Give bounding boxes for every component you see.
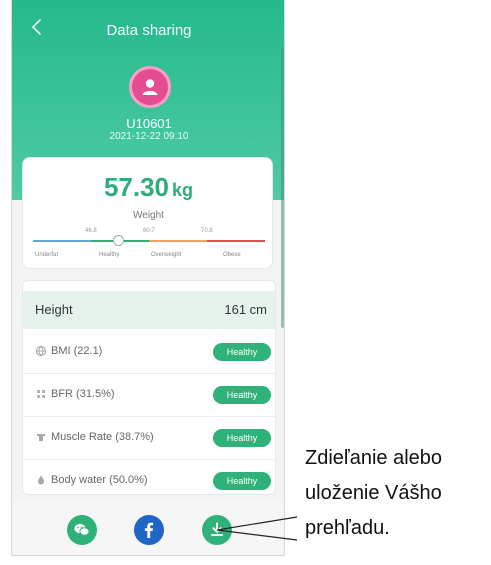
- weight-number: 57.30: [103, 172, 170, 202]
- facebook-share-button[interactable]: [134, 515, 164, 545]
- weight-marker: [113, 235, 124, 246]
- scrollbar[interactable]: [281, 48, 284, 328]
- status-badge: Healthy: [213, 472, 271, 490]
- metric-row-bfr[interactable]: BFR (31.5%) Healthy: [23, 374, 275, 417]
- weight-card: 57.30 kg Weight 46.8 60.7 70.8 Underfat H…: [22, 157, 273, 269]
- muscle-icon: [37, 434, 45, 441]
- category-underfat: Underfat: [35, 252, 59, 258]
- metric-row-muscle[interactable]: Muscle Rate (38.7%) Healthy: [23, 417, 275, 460]
- metric-row-bmi[interactable]: BMI (22.1) Healthy: [23, 331, 275, 374]
- grid-icon: [37, 390, 45, 398]
- metric-row-water[interactable]: Body water (50.0%) Healthy: [23, 460, 275, 494]
- weight-scale: 46.8 60.7 70.8 Underfat Healthy Overweig…: [33, 226, 265, 266]
- height-value: 161 cm: [224, 302, 267, 317]
- scale-segment-obese: [207, 240, 265, 242]
- metric-label: Body water (50.0%): [51, 474, 148, 486]
- wechat-share-button[interactable]: [67, 515, 97, 545]
- height-row: Height 161 cm: [23, 291, 275, 329]
- threshold-3: 70.8: [201, 228, 213, 234]
- scale-segment-underfat: [33, 240, 91, 242]
- callout-text: Zdieľanie alebo uloženie Vášho prehľadu.: [305, 447, 443, 539]
- callout-pointer: [216, 516, 298, 541]
- wechat-icon: [74, 523, 90, 536]
- height-label: Height: [35, 302, 73, 317]
- weight-label: Weight: [133, 210, 164, 221]
- weight-unit: kg: [172, 180, 194, 200]
- page-title: Data sharing: [106, 22, 192, 39]
- threshold-1: 46.8: [85, 228, 97, 234]
- weight-value: 57.30 kg: [23, 172, 274, 203]
- facebook-icon: [144, 522, 154, 538]
- globe-icon: [36, 346, 46, 357]
- measurement-datetime: 2021-12-22 09:10: [109, 131, 189, 142]
- user-id: U10601: [126, 116, 172, 131]
- status-badge: Healthy: [213, 386, 271, 404]
- category-healthy: Healthy: [99, 252, 120, 258]
- metric-label: BFR (31.5%): [51, 388, 115, 400]
- category-overweight: Overweight: [151, 252, 182, 258]
- category-obese: Obese: [223, 252, 241, 258]
- drop-icon: [38, 475, 44, 485]
- status-badge: Healthy: [213, 429, 271, 447]
- avatar: [129, 66, 171, 108]
- phone-screen: Data sharing U10601 2021-12-22 09:10 57.…: [11, 0, 285, 556]
- scale-segment-overweight: [149, 240, 207, 242]
- status-badge: Healthy: [213, 343, 271, 361]
- metrics-card: Height 161 cm BMI (22.1) Healthy BFR (31…: [22, 280, 276, 495]
- metric-label: BMI (22.1): [51, 345, 103, 357]
- threshold-2: 60.7: [143, 228, 155, 234]
- metric-label: Muscle Rate (38.7%): [51, 431, 154, 443]
- user-icon: [142, 79, 158, 95]
